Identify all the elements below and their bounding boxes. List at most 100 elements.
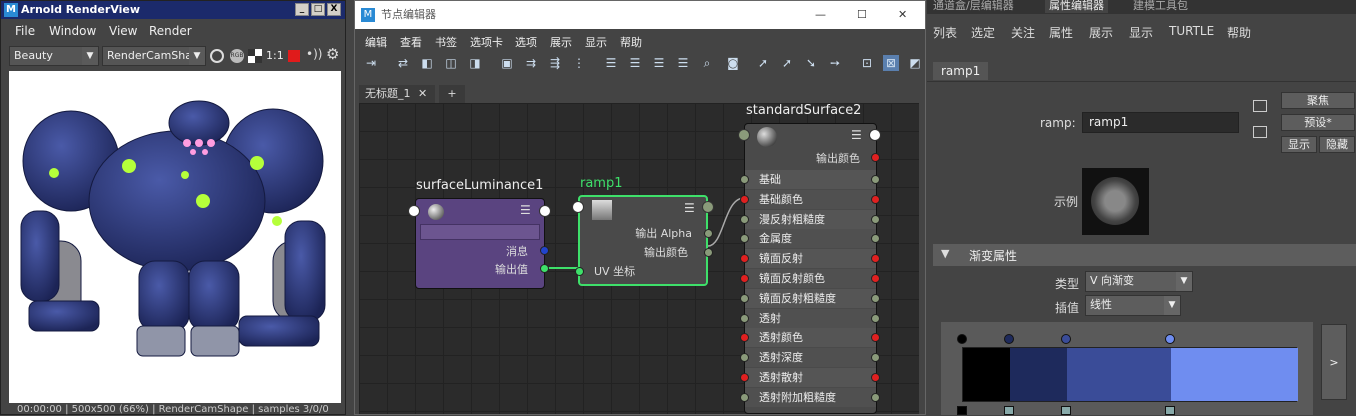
tab-channel-box[interactable]: 通道盒/层编辑器 bbox=[933, 0, 1014, 13]
menu-render[interactable]: Render bbox=[149, 24, 192, 38]
presets-button[interactable]: 预设* bbox=[1281, 114, 1355, 131]
menu-tabs[interactable]: 选项卡 bbox=[470, 34, 503, 50]
node-standardsurface[interactable]: ☰ 输出颜色 基础 基础颜色 漫反射粗糙度 金属度 镜面反射 镜面反射颜色 镜面反射粗糙度透… bbox=[740, 123, 880, 414]
attribute-input-port[interactable] bbox=[740, 373, 749, 382]
ramp-delete-handle[interactable] bbox=[1003, 406, 1014, 415]
menu-show[interactable]: 展示 bbox=[1089, 24, 1113, 41]
focus-button[interactable]: 聚焦 bbox=[1281, 92, 1355, 109]
menu-edit[interactable]: 编辑 bbox=[365, 34, 387, 50]
graph-materials-icon[interactable]: ⊠ bbox=[883, 55, 899, 71]
attribute-input-port[interactable] bbox=[740, 254, 749, 264]
menu-display[interactable]: 显示 bbox=[1129, 24, 1153, 41]
type-dropdown[interactable]: V 向渐变 ▼ bbox=[1085, 271, 1193, 292]
node-input-port[interactable] bbox=[738, 129, 750, 141]
attribute-input-port[interactable] bbox=[740, 214, 749, 224]
aov-dropdown[interactable]: Beauty ▼ bbox=[9, 46, 99, 66]
ramp-color-handle[interactable] bbox=[1060, 334, 1071, 344]
node-mode-icon[interactable]: ☰ bbox=[851, 128, 862, 142]
shading-icon[interactable]: ◩ bbox=[907, 55, 923, 71]
show-button[interactable]: 显示 bbox=[1281, 136, 1317, 153]
attribute-output-port[interactable] bbox=[871, 293, 880, 303]
port-out-color[interactable] bbox=[704, 248, 713, 257]
menu-display[interactable]: 显示 bbox=[585, 34, 607, 50]
ramp-color-handle[interactable] bbox=[957, 334, 967, 344]
custom-mode-icon[interactable]: ☰ bbox=[675, 55, 691, 71]
close-icon[interactable]: ✕ bbox=[418, 87, 427, 100]
interpolation-dropdown[interactable]: 线性 ▼ bbox=[1085, 295, 1181, 316]
attribute-row[interactable]: 漫反射粗糙度 bbox=[740, 209, 880, 229]
select-up-icon[interactable]: ➚ bbox=[779, 55, 795, 71]
section-header-ramp-attributes[interactable]: ▼ 渐变属性 bbox=[933, 244, 1356, 266]
hide-button[interactable]: 隐藏 bbox=[1319, 136, 1355, 153]
attribute-row[interactable]: 透射散射 bbox=[740, 368, 880, 387]
attribute-output-port[interactable] bbox=[871, 194, 880, 204]
port-uv-coord[interactable] bbox=[575, 267, 584, 276]
node-editor-title-bar[interactable]: M 节点编辑器 — ☐ ✕ bbox=[355, 1, 925, 29]
menu-file[interactable]: File bbox=[15, 24, 35, 38]
node-output-port[interactable] bbox=[702, 201, 714, 213]
sun-icon[interactable] bbox=[210, 49, 224, 63]
attribute-row[interactable]: 镜面反射粗糙度 bbox=[740, 288, 880, 308]
full-mode-icon[interactable]: ☰ bbox=[651, 55, 667, 71]
menu-window[interactable]: Window bbox=[49, 24, 96, 38]
attribute-row[interactable]: 金属度 bbox=[740, 229, 880, 249]
menu-turtle[interactable]: TURTLE bbox=[1169, 24, 1214, 38]
swap-icon[interactable]: ⇄ bbox=[395, 55, 411, 71]
node-output-port[interactable] bbox=[869, 129, 881, 141]
grid-toggle-icon[interactable]: ⋮ bbox=[571, 55, 587, 71]
simple-mode-icon[interactable]: ☰ bbox=[603, 55, 619, 71]
pin-icon[interactable]: ⊡ bbox=[859, 55, 875, 71]
add-node-icon[interactable]: ⇥ bbox=[363, 55, 379, 71]
node-input-port[interactable] bbox=[572, 201, 584, 213]
menu-options[interactable]: 选项 bbox=[515, 34, 537, 50]
menu-bookmarks[interactable]: 书签 bbox=[435, 34, 457, 50]
attribute-row[interactable]: 镜面反射颜色 bbox=[740, 269, 880, 288]
select-in-icon[interactable]: ➙ bbox=[827, 55, 843, 71]
maximize-icon[interactable]: ☐ bbox=[857, 1, 867, 29]
attribute-input-port[interactable] bbox=[740, 293, 749, 303]
add-tab-button[interactable]: + bbox=[439, 85, 465, 103]
attribute-output-port[interactable] bbox=[871, 214, 880, 224]
ramp-color-handle[interactable] bbox=[1003, 334, 1014, 344]
attribute-row[interactable]: 透射颜色 bbox=[740, 328, 880, 348]
attribute-input-port[interactable] bbox=[740, 234, 749, 244]
port-out-color[interactable] bbox=[871, 153, 880, 162]
stop-render-icon[interactable] bbox=[288, 50, 300, 62]
frame-all-icon[interactable]: ▣ bbox=[499, 55, 515, 71]
attribute-row[interactable]: 透射深度 bbox=[740, 348, 880, 368]
ipr-icon[interactable]: •)) bbox=[306, 47, 322, 61]
node-surfaceluminance[interactable]: ☰ 消息 输出值 bbox=[415, 198, 549, 289]
ratio-label[interactable]: 1:1 bbox=[266, 49, 284, 62]
minimize-icon[interactable]: _ bbox=[295, 3, 309, 16]
menu-attributes[interactable]: 属性 bbox=[1049, 24, 1073, 41]
ramp-delete-handle[interactable] bbox=[957, 406, 967, 415]
attribute-input-port[interactable] bbox=[740, 313, 749, 323]
menu-focus[interactable]: 关注 bbox=[1011, 24, 1035, 41]
attribute-input-port[interactable] bbox=[740, 392, 749, 402]
tab-modeling-toolkit[interactable]: 建模工具包 bbox=[1133, 0, 1188, 13]
menu-help[interactable]: 帮助 bbox=[620, 34, 642, 50]
menu-show[interactable]: 展示 bbox=[550, 34, 572, 50]
attribute-row[interactable]: 透射 bbox=[740, 308, 880, 328]
gear-icon[interactable]: ⚙ bbox=[326, 45, 339, 63]
port-message[interactable] bbox=[540, 246, 549, 255]
node-input-port[interactable] bbox=[408, 205, 420, 217]
attribute-input-port[interactable] bbox=[740, 175, 749, 184]
menu-selected[interactable]: 选定 bbox=[971, 24, 995, 41]
render-viewport[interactable] bbox=[9, 71, 341, 403]
checker-icon[interactable] bbox=[248, 49, 262, 63]
in-out-connections-icon[interactable]: ◫ bbox=[443, 55, 459, 71]
tab-attribute-editor[interactable]: 属性编辑器 bbox=[1045, 0, 1108, 13]
tab-ramp1[interactable]: ramp1 bbox=[933, 62, 989, 80]
attribute-row[interactable]: 基础颜色 bbox=[740, 189, 880, 209]
ramp-delete-handle[interactable] bbox=[1164, 406, 1175, 415]
port-out-alpha[interactable] bbox=[704, 229, 713, 238]
node-mode-icon[interactable]: ☰ bbox=[684, 201, 695, 215]
attribute-output-port[interactable] bbox=[871, 175, 880, 184]
port-outvalue[interactable] bbox=[540, 264, 549, 273]
attribute-output-port[interactable] bbox=[871, 392, 880, 402]
attribute-output-port[interactable] bbox=[871, 373, 880, 382]
close-icon[interactable]: X bbox=[327, 3, 341, 16]
ramp-gradient[interactable] bbox=[962, 347, 1298, 402]
attribute-row[interactable]: 基础 bbox=[740, 170, 880, 189]
